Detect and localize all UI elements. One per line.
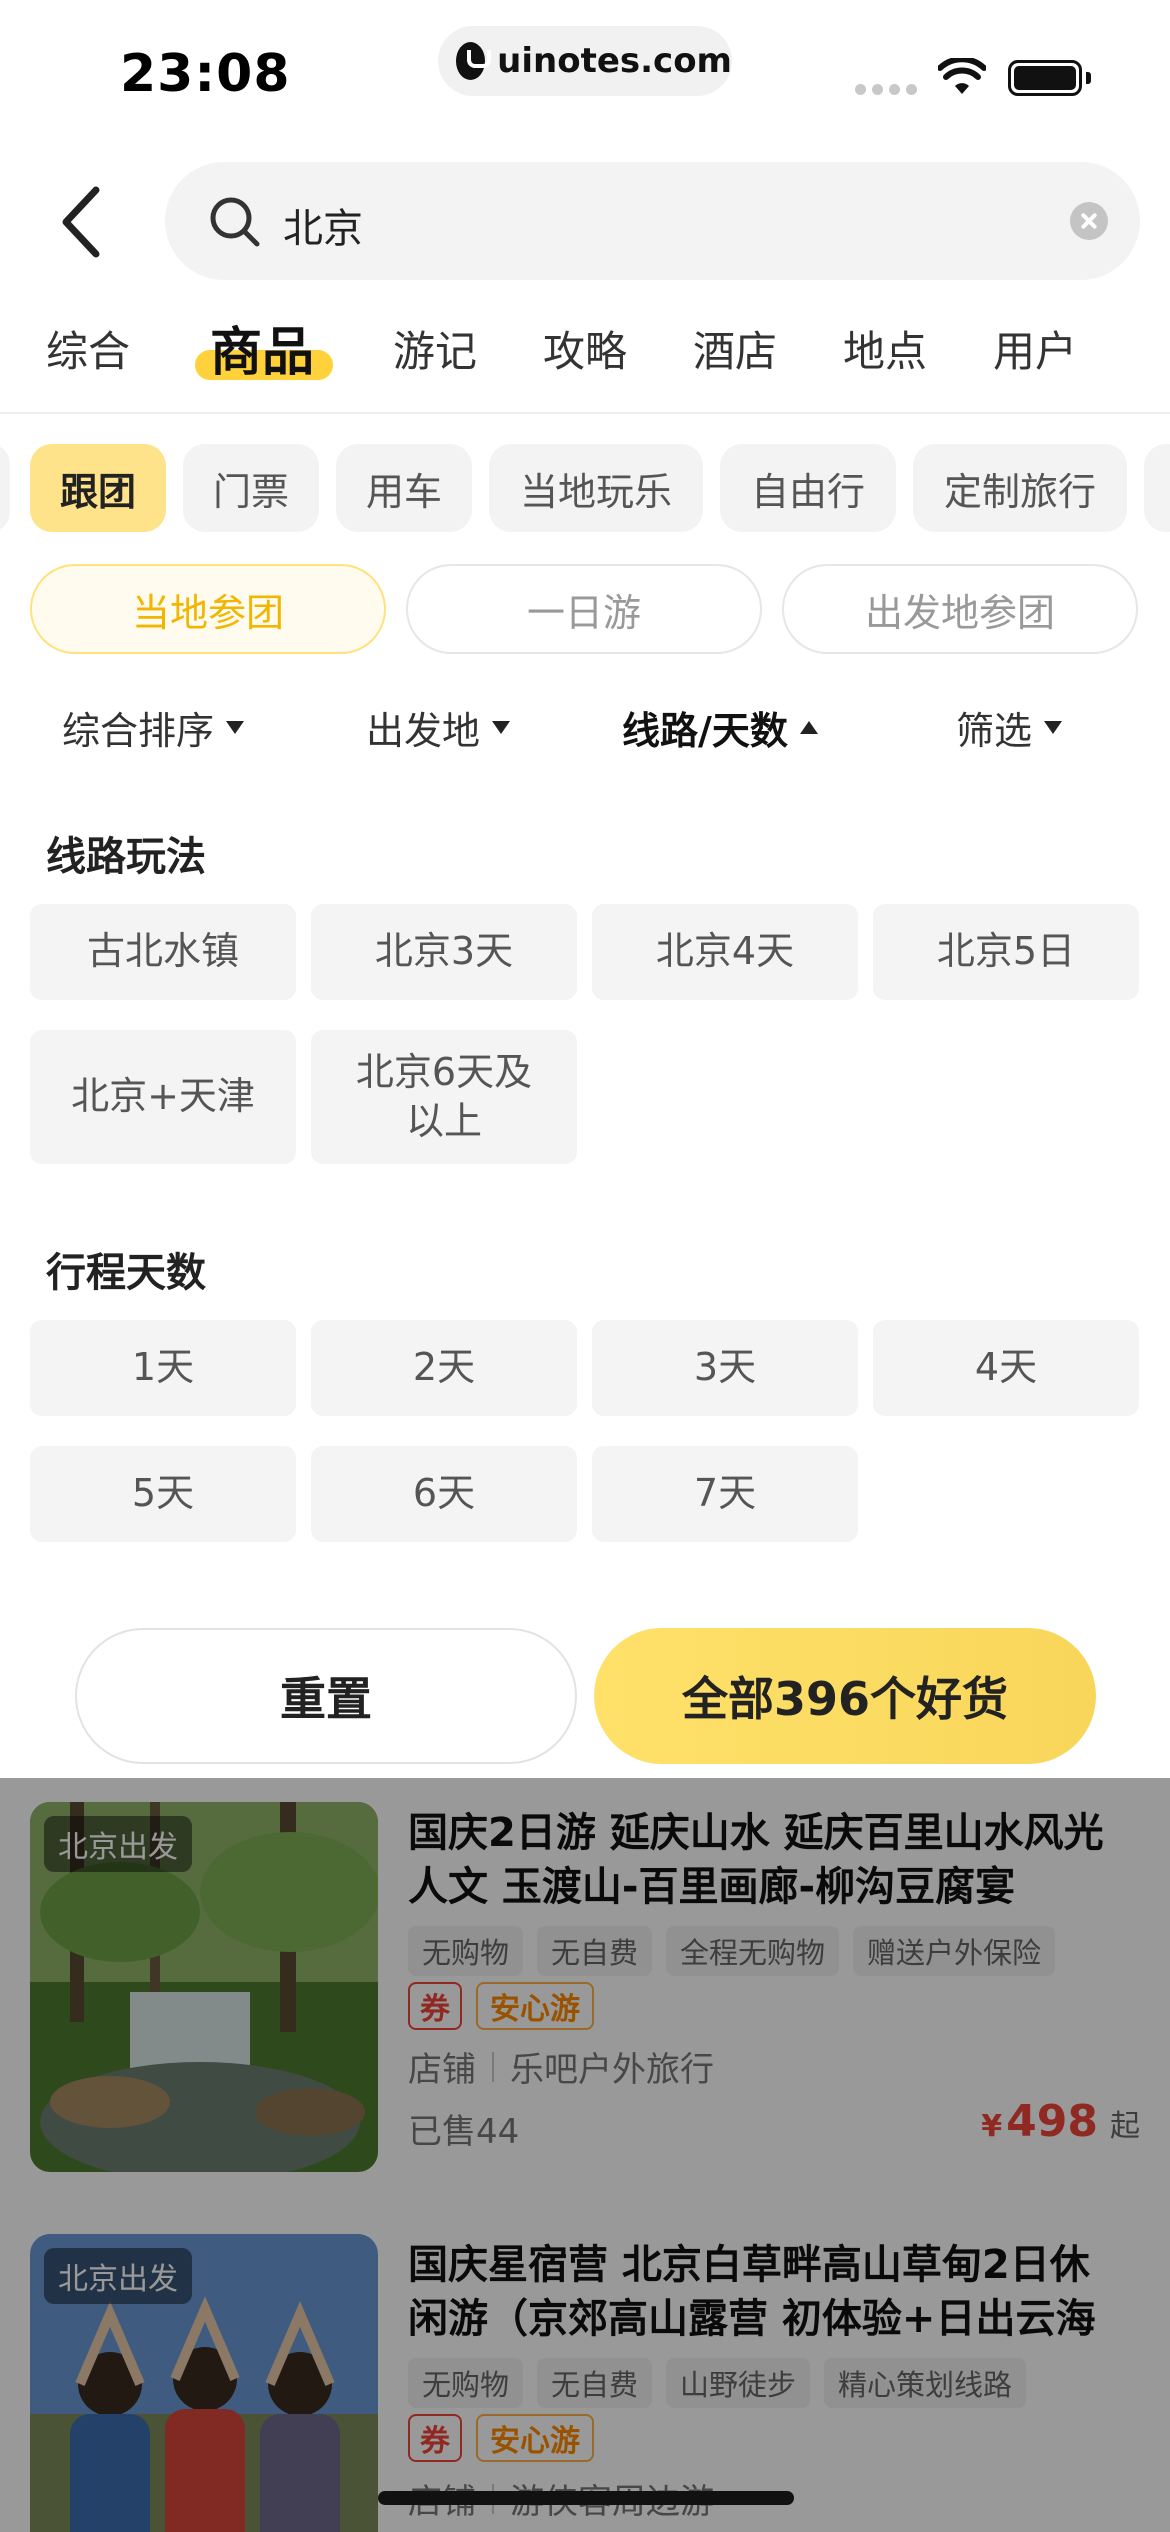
category-chip-independent[interactable]: 自由行 bbox=[720, 444, 896, 532]
back-arrow-icon[interactable] bbox=[52, 182, 112, 262]
sort-departure[interactable]: 出发地 bbox=[366, 700, 511, 755]
days-option[interactable]: 2天 bbox=[311, 1320, 577, 1416]
status-time: 23:08 bbox=[120, 44, 291, 104]
battery-icon bbox=[1008, 60, 1082, 96]
tabs-divider bbox=[0, 412, 1170, 414]
search-input[interactable]: 北京 bbox=[165, 162, 1140, 280]
sort-label: 筛选 bbox=[956, 709, 1033, 753]
subfilter-departure-join[interactable]: 出发地参团 bbox=[782, 564, 1138, 654]
tab-travel-notes[interactable]: 游记 bbox=[393, 318, 477, 379]
show-results-button[interactable]: 全部396个好货 bbox=[594, 1628, 1096, 1764]
sort-label: 线路/天数 bbox=[622, 709, 788, 753]
caret-down-icon bbox=[492, 721, 511, 734]
days-section-title: 行程天数 bbox=[46, 1250, 206, 1296]
sort-comprehensive[interactable]: 综合排序 bbox=[62, 700, 245, 755]
search-value: 北京 bbox=[283, 206, 363, 252]
search-icon bbox=[210, 197, 260, 247]
subfilter-day-trip[interactable]: 一日游 bbox=[406, 564, 762, 654]
reset-button[interactable]: 重置 bbox=[75, 1628, 577, 1764]
category-chip-custom-travel[interactable]: 定制旅行 bbox=[913, 444, 1127, 532]
category-chip-row: 跟团 门票 用车 当地玩乐 自由行 定制旅行 bbox=[0, 444, 1170, 534]
caret-down-icon bbox=[1044, 721, 1063, 734]
days-option[interactable]: 7天 bbox=[592, 1446, 858, 1542]
category-chip-partial-right bbox=[1144, 444, 1170, 532]
sort-route-days[interactable]: 线路/天数 bbox=[622, 700, 818, 755]
subfilter-local-join[interactable]: 当地参团 bbox=[30, 564, 386, 654]
sort-label: 出发地 bbox=[366, 709, 481, 753]
days-option[interactable]: 4天 bbox=[873, 1320, 1139, 1416]
route-option[interactable]: 北京6天及以上 bbox=[311, 1030, 577, 1164]
category-chip-group-tour[interactable]: 跟团 bbox=[30, 444, 166, 532]
sort-label: 综合排序 bbox=[62, 709, 215, 753]
tab-users[interactable]: 用户 bbox=[993, 318, 1077, 379]
days-option[interactable]: 3天 bbox=[592, 1320, 858, 1416]
category-chip-partial-left bbox=[0, 444, 10, 532]
category-chip-car-rental[interactable]: 用车 bbox=[336, 444, 472, 532]
sort-filter[interactable]: 筛选 bbox=[956, 700, 1063, 755]
route-option[interactable]: 北京4天 bbox=[592, 904, 858, 1000]
status-bar: 23:08 uinotes.com bbox=[0, 0, 1170, 140]
caret-up-icon bbox=[799, 721, 818, 734]
days-option[interactable]: 1天 bbox=[30, 1320, 296, 1416]
cellular-signal-icon bbox=[855, 84, 917, 95]
days-option[interactable]: 6天 bbox=[311, 1446, 577, 1542]
caret-down-icon bbox=[226, 721, 245, 734]
route-option[interactable]: 北京+天津 bbox=[30, 1030, 296, 1164]
tab-places[interactable]: 地点 bbox=[843, 318, 927, 379]
result-tabs: 综合 商品 游记 攻略 酒店 地点 用户 bbox=[0, 300, 1170, 410]
home-indicator[interactable] bbox=[378, 2491, 794, 2505]
url-pill[interactable]: uinotes.com bbox=[438, 26, 732, 96]
tab-products[interactable]: 商品 bbox=[210, 310, 314, 385]
route-section-title: 线路玩法 bbox=[46, 834, 206, 880]
wifi-icon bbox=[938, 58, 986, 94]
url-text: uinotes.com bbox=[497, 41, 732, 81]
dim-overlay[interactable] bbox=[0, 1778, 1170, 2532]
tab-hotels[interactable]: 酒店 bbox=[693, 318, 777, 379]
route-option[interactable]: 北京5日 bbox=[873, 904, 1139, 1000]
days-option[interactable]: 5天 bbox=[30, 1446, 296, 1542]
route-option[interactable]: 北京3天 bbox=[311, 904, 577, 1000]
tab-guides[interactable]: 攻略 bbox=[543, 318, 627, 379]
site-logo-icon bbox=[456, 42, 492, 80]
clear-icon[interactable] bbox=[1070, 202, 1108, 240]
tab-comprehensive[interactable]: 综合 bbox=[46, 318, 130, 379]
category-chip-local-fun[interactable]: 当地玩乐 bbox=[489, 444, 703, 532]
battery-cap bbox=[1086, 72, 1091, 84]
route-option[interactable]: 古北水镇 bbox=[30, 904, 296, 1000]
category-chip-tickets[interactable]: 门票 bbox=[183, 444, 319, 532]
